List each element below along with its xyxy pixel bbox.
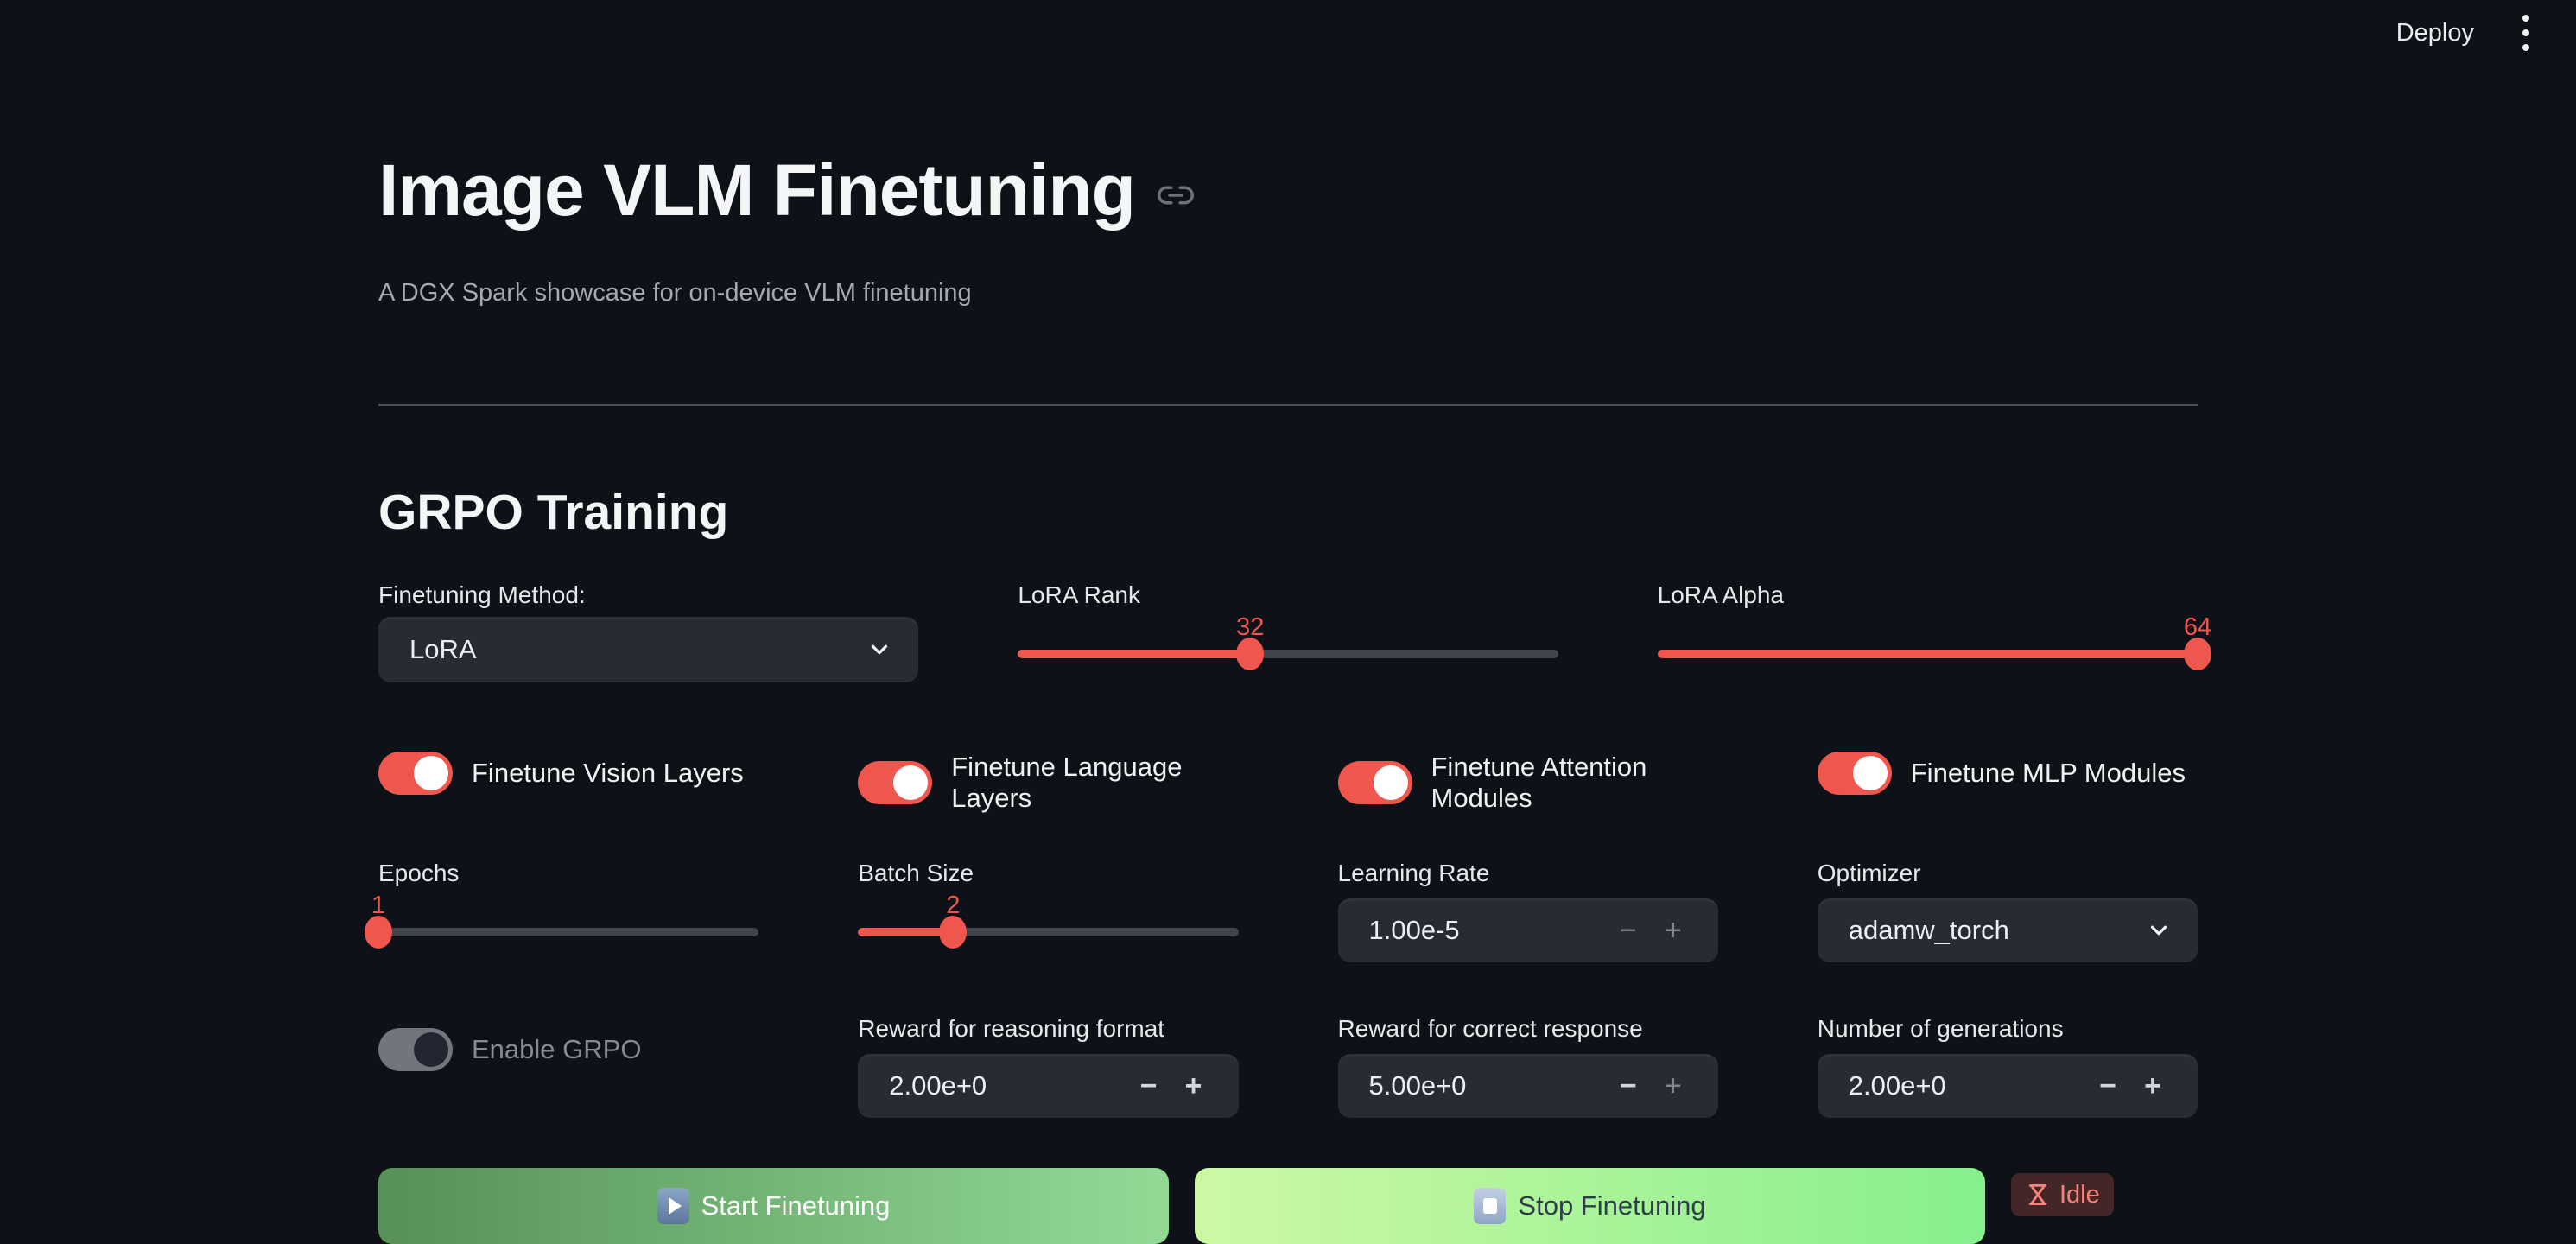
actions-row: Start Finetuning Stop Finetuning Idle [378, 1168, 2198, 1244]
page-title-text: Image VLM Finetuning [378, 149, 1135, 232]
toggle-finetune-language-layers[interactable]: Finetune Language Layers [858, 752, 1238, 814]
training-params-row: Epochs 1 Batch Size 2 Learning Rate 1.00… [378, 859, 2198, 962]
batch-size-label: Batch Size [858, 859, 1238, 888]
toggle-switch[interactable] [378, 1028, 453, 1071]
increment-button[interactable]: + [1171, 1069, 1216, 1103]
link-icon[interactable] [1158, 177, 1194, 213]
page-title: Image VLM Finetuning [378, 149, 2198, 232]
toggle-switch[interactable] [1338, 761, 1412, 804]
finetuning-method-select[interactable]: LoRA [378, 617, 918, 682]
start-finetuning-button[interactable]: Start Finetuning [378, 1168, 1169, 1244]
play-icon [657, 1188, 689, 1224]
decrement-button[interactable]: − [1606, 914, 1651, 948]
slider-handle[interactable] [365, 916, 392, 949]
reward-reasoning-value[interactable]: 2.00e+0 [889, 1070, 1126, 1101]
stop-button-label: Stop Finetuning [1518, 1190, 1705, 1222]
decrement-button[interactable]: − [2085, 1069, 2130, 1103]
optimizer-select[interactable]: adamw_torch [1818, 898, 2198, 962]
toggle-finetune-mlp-modules[interactable]: Finetune MLP Modules [1818, 752, 2198, 795]
toggle-knob [1374, 765, 1408, 800]
learning-rate-field: Learning Rate 1.00e-5 − + [1338, 859, 1718, 962]
layer-toggles-row: Finetune Vision Layers Finetune Language… [378, 752, 2198, 814]
slider-handle[interactable] [2184, 638, 2211, 670]
reward-reasoning-input[interactable]: 2.00e+0 − + [858, 1054, 1238, 1118]
decrement-button[interactable]: − [1126, 1069, 1171, 1103]
toggle-label: Finetune Language Layers [951, 752, 1238, 814]
toggle-enable-grpo[interactable]: Enable GRPO [378, 1028, 758, 1071]
num-generations-field: Number of generations 2.00e+0 − + [1818, 1014, 2198, 1118]
epochs-field: Epochs 1 [378, 859, 758, 936]
reward-correct-label: Reward for correct response [1338, 1014, 1718, 1044]
toggle-label: Finetune MLP Modules [1911, 758, 2186, 789]
lora-alpha-label: LoRA Alpha [1658, 581, 2198, 610]
finetuning-method-label: Finetuning Method: [378, 581, 918, 610]
toggle-switch[interactable] [378, 752, 453, 795]
deploy-button[interactable]: Deploy [2396, 19, 2474, 48]
lora-alpha-field: LoRA Alpha 64 [1658, 581, 2198, 658]
lora-alpha-slider[interactable] [1658, 650, 2198, 658]
page-subtitle: A DGX Spark showcase for on-device VLM f… [378, 279, 2198, 308]
enable-grpo-field: Enable GRPO [378, 1014, 758, 1071]
lora-rank-slider[interactable] [1018, 650, 1558, 658]
optimizer-label: Optimizer [1818, 859, 2198, 888]
reward-reasoning-label: Reward for reasoning format [858, 1014, 1238, 1044]
divider [378, 404, 2198, 406]
toggle-knob [893, 765, 928, 800]
learning-rate-value[interactable]: 1.00e-5 [1369, 915, 1606, 946]
reward-correct-input[interactable]: 5.00e+0 − + [1338, 1054, 1718, 1118]
toggle-knob [1853, 756, 1888, 790]
stop-icon [1474, 1188, 1506, 1224]
main-content: Image VLM Finetuning A DGX Spark showcas… [378, 149, 2198, 1244]
reward-reasoning-field: Reward for reasoning format 2.00e+0 − + [858, 1014, 1238, 1118]
finetuning-method-field: Finetuning Method: LoRA [378, 581, 918, 682]
toggle-label: Enable GRPO [472, 1034, 641, 1065]
learning-rate-label: Learning Rate [1338, 859, 1718, 888]
increment-button[interactable]: + [1651, 1069, 1696, 1103]
reward-correct-field: Reward for correct response 5.00e+0 − + [1338, 1014, 1718, 1118]
reward-correct-value[interactable]: 5.00e+0 [1369, 1070, 1606, 1101]
slider-handle[interactable] [939, 916, 967, 949]
section-heading: GRPO Training [378, 484, 2198, 541]
decrement-button[interactable]: − [1606, 1069, 1651, 1103]
top-bar: Deploy [0, 0, 2576, 66]
toggle-knob [414, 756, 448, 790]
toggle-label: Finetune Attention Modules [1431, 752, 1718, 814]
chevron-down-icon [2146, 917, 2172, 943]
status-badge: Idle [2011, 1173, 2114, 1216]
hourglass-icon [2025, 1182, 2051, 1208]
toggle-label: Finetune Vision Layers [472, 758, 744, 789]
increment-button[interactable]: + [2130, 1069, 2175, 1103]
epochs-label: Epochs [378, 859, 758, 888]
chevron-down-icon [866, 637, 892, 663]
start-button-label: Start Finetuning [701, 1190, 891, 1222]
status-label: Idle [2059, 1181, 2100, 1209]
toggle-switch[interactable] [1818, 752, 1892, 795]
num-generations-value[interactable]: 2.00e+0 [1849, 1070, 2085, 1101]
increment-button[interactable]: + [1651, 914, 1696, 948]
num-generations-input[interactable]: 2.00e+0 − + [1818, 1054, 2198, 1118]
num-generations-label: Number of generations [1818, 1014, 2198, 1044]
toggle-knob [414, 1032, 448, 1067]
lora-rank-field: LoRA Rank 32 [1018, 581, 1558, 658]
slider-handle[interactable] [1236, 638, 1264, 670]
epochs-slider[interactable] [378, 928, 758, 936]
learning-rate-input[interactable]: 1.00e-5 − + [1338, 898, 1718, 962]
slider-fill [1018, 650, 1250, 658]
method-lora-row: Finetuning Method: LoRA LoRA Rank 32 LoR… [378, 581, 2198, 682]
stop-finetuning-button[interactable]: Stop Finetuning [1195, 1168, 1985, 1244]
batch-size-field: Batch Size 2 [858, 859, 1238, 936]
toggle-finetune-attention-modules[interactable]: Finetune Attention Modules [1338, 752, 1718, 814]
optimizer-value: adamw_torch [1849, 915, 2009, 946]
optimizer-field: Optimizer adamw_torch [1818, 859, 2198, 962]
toggle-finetune-vision-layers[interactable]: Finetune Vision Layers [378, 752, 758, 795]
finetuning-method-value: LoRA [409, 634, 477, 665]
lora-rank-label: LoRA Rank [1018, 581, 1558, 610]
batch-size-slider[interactable] [858, 928, 1238, 936]
slider-fill [1658, 650, 2198, 658]
toggle-switch[interactable] [858, 761, 932, 804]
grpo-params-row: Enable GRPO Reward for reasoning format … [378, 1014, 2198, 1118]
kebab-menu-icon[interactable] [2514, 10, 2538, 56]
